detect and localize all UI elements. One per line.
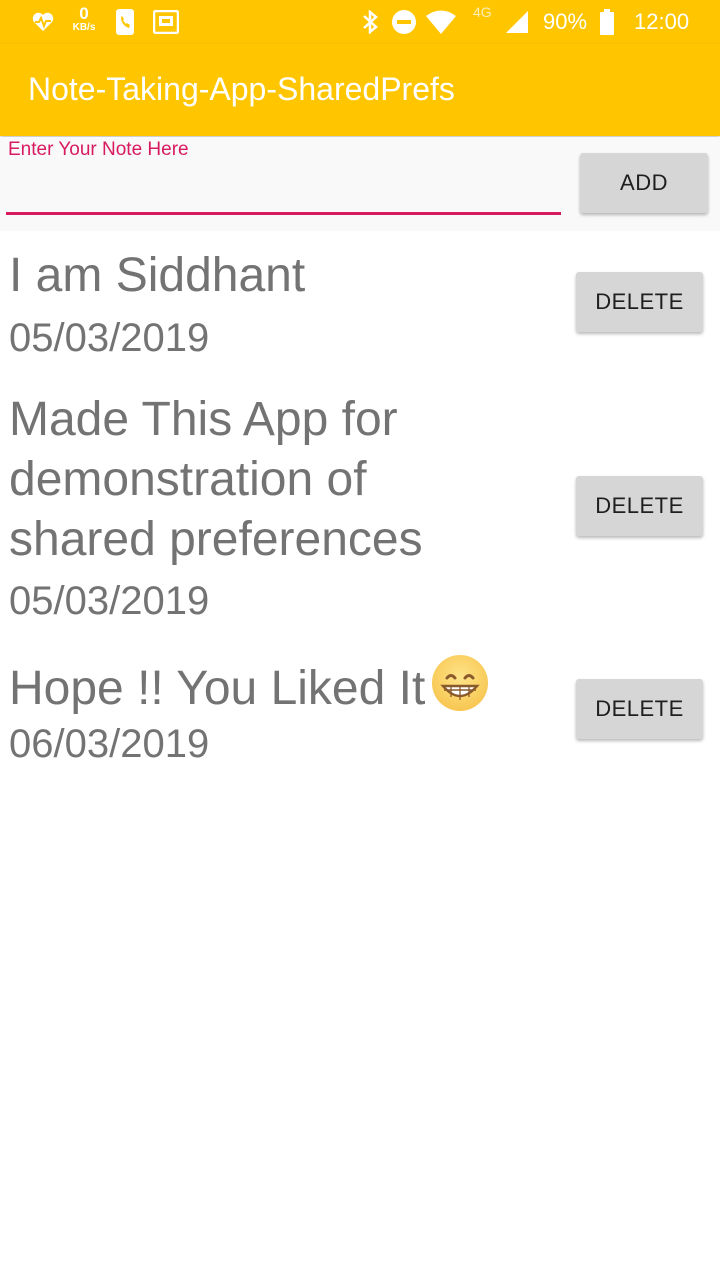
note-line: Made This App for — [9, 393, 398, 446]
note-text: I am Siddhant — [9, 246, 569, 306]
note-date: 06/03/2019 — [9, 722, 210, 766]
network-speed: 0 KB/s — [68, 4, 100, 34]
network-type: 4G — [473, 4, 492, 20]
note-line: shared preferences — [9, 513, 423, 566]
note-text: Hope !! You Liked It — [9, 654, 569, 727]
note-text: Made This App for demonstration of share… — [9, 390, 569, 570]
delete-button[interactable]: DELETE — [576, 476, 703, 536]
add-button[interactable]: ADD — [580, 153, 708, 213]
note-input-row: Enter Your Note Here ADD — [0, 137, 720, 231]
heart-monitor-icon — [32, 0, 54, 44]
delete-button[interactable]: DELETE — [576, 679, 703, 739]
app-title: Note-Taking-App-SharedPrefs — [28, 71, 455, 107]
clock: 12:00 — [634, 9, 690, 34]
do-not-disturb-icon — [392, 0, 416, 44]
battery-percent: 90% — [543, 9, 588, 34]
note-input-label: Enter Your Note Here — [8, 139, 189, 160]
cell-signal-icon — [506, 0, 528, 44]
speed-unit: KB/s — [72, 22, 96, 33]
speed-value: 0 — [79, 4, 89, 23]
app-bar: Note-Taking-App-SharedPrefs — [0, 44, 720, 136]
status-bar: 0 KB/s 4G 90% 12:00 — [0, 0, 720, 44]
battery-icon — [600, 0, 614, 44]
note-input[interactable] — [6, 167, 561, 215]
note-date: 05/03/2019 — [9, 579, 210, 623]
note-line: I am Siddhant — [9, 249, 306, 302]
note-line: Hope !! You Liked It — [9, 662, 426, 715]
cast-icon — [153, 0, 179, 44]
phone-icon — [116, 0, 134, 44]
grinning-face-icon — [431, 654, 489, 727]
note-line: demonstration of — [9, 453, 367, 506]
bluetooth-icon — [362, 0, 378, 44]
wifi-icon — [426, 0, 456, 44]
delete-button[interactable]: DELETE — [576, 272, 703, 332]
note-date: 05/03/2019 — [9, 316, 210, 360]
